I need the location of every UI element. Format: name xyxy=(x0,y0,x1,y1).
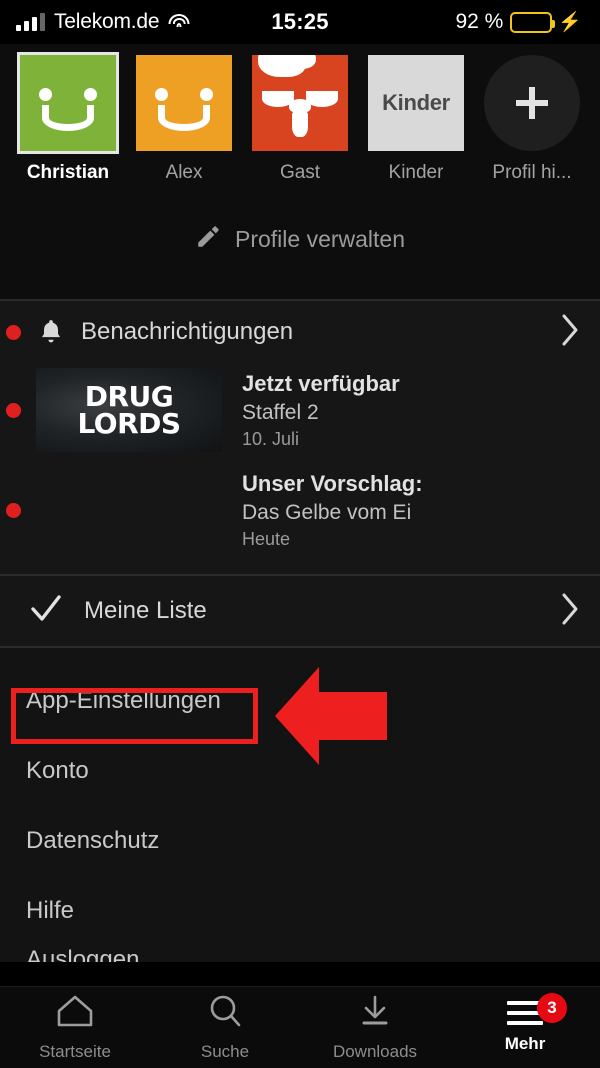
menu-item-konto[interactable]: Konto xyxy=(0,736,600,806)
tab-suche[interactable]: Suche xyxy=(150,987,300,1068)
pencil-icon xyxy=(195,224,221,255)
profile-name-label: Profil hi... xyxy=(492,162,572,183)
battery-percent-label: 92 % xyxy=(455,10,504,33)
tab-downloads[interactable]: Downloads xyxy=(300,987,450,1068)
thumbnail-title-line1: DRUG xyxy=(84,379,174,413)
home-icon xyxy=(56,994,94,1033)
search-icon xyxy=(207,994,243,1033)
profile-name-label: Alex xyxy=(165,162,203,183)
tab-label: Startseite xyxy=(39,1041,111,1061)
profile-item-kinder[interactable]: Kinder Kinder xyxy=(358,55,474,184)
unread-dot xyxy=(6,402,21,418)
notifications-header[interactable]: Benachrichtigungen xyxy=(0,301,600,363)
profiles-section: Christian Alex Gast Kinder Kinder Profil… xyxy=(0,44,600,299)
profile-name-label: Kinder xyxy=(388,162,444,183)
tab-startseite[interactable]: Startseite xyxy=(0,987,150,1068)
thumbnail-title-line2: LORDS xyxy=(77,407,181,440)
unread-dot xyxy=(6,503,21,518)
menu-item-hilfe[interactable]: Hilfe xyxy=(0,876,600,946)
tab-label: Suche xyxy=(200,1041,250,1061)
manage-profiles-button[interactable]: Profile verwalten xyxy=(0,184,600,299)
profile-list: Christian Alex Gast Kinder Kinder Profil… xyxy=(0,52,600,184)
avatar[interactable] xyxy=(136,55,232,151)
profile-item-gast[interactable]: Gast xyxy=(242,55,358,184)
profile-name-label: Gast xyxy=(279,162,321,183)
mylist-section: Meine Liste xyxy=(0,576,600,646)
profile-item-christian[interactable]: Christian xyxy=(10,52,126,184)
mylist-row[interactable]: Meine Liste xyxy=(0,576,600,646)
profile-name-label: Christian xyxy=(26,162,110,183)
kinder-avatar-label: Kinder xyxy=(368,55,464,151)
menu-item-datenschutz[interactable]: Datenschutz xyxy=(0,806,600,876)
notification-item[interactable]: DRUG LORDS Jetzt verfügbar Staffel 2 10.… xyxy=(0,363,600,457)
unread-dot xyxy=(6,324,21,340)
tab-label: Mehr xyxy=(504,1034,546,1053)
notification-text: Unser Vorschlag: Das Gelbe vom Ei Heute xyxy=(242,471,423,550)
tab-label: Downloads xyxy=(332,1041,418,1061)
notification-date: 10. Juli xyxy=(242,428,300,449)
menu-item-app-einstellungen[interactable]: App-Einstellungen xyxy=(0,666,600,736)
status-bar: Telekom.de 15:25 92 % ⚡ xyxy=(0,0,600,44)
settings-menu: App-Einstellungen Konto Datenschutz Hilf… xyxy=(0,648,600,962)
avatar[interactable] xyxy=(17,52,119,154)
notification-text: Jetzt verfügbar Staffel 2 10. Juli xyxy=(242,371,400,450)
notification-badge: 3 xyxy=(537,993,567,1023)
status-right: 92 % ⚡ xyxy=(455,10,582,34)
notification-subtitle: Das Gelbe vom Ei xyxy=(242,501,412,524)
download-icon xyxy=(358,994,392,1033)
notifications-label: Benachrichtigungen xyxy=(81,318,294,345)
bell-icon xyxy=(36,318,66,346)
mylist-label: Meine Liste xyxy=(84,597,207,624)
bottom-tab-bar: Startseite Suche Downloads 3 Mehr xyxy=(0,986,600,1068)
notification-subtitle: Staffel 2 xyxy=(242,400,319,424)
avatar[interactable]: Kinder xyxy=(368,55,464,151)
notification-item[interactable]: Unser Vorschlag: Das Gelbe vom Ei Heute xyxy=(0,457,600,566)
tab-mehr[interactable]: 3 Mehr xyxy=(450,987,600,1068)
notification-date: Heute xyxy=(242,529,291,549)
notification-title: Jetzt verfügbar xyxy=(242,370,400,396)
mustache-face-icon xyxy=(252,55,348,151)
smiley-face-icon xyxy=(136,55,232,151)
profile-item-alex[interactable]: Alex xyxy=(126,55,242,184)
notifications-section: Benachrichtigungen DRUG LORDS Jetzt verf… xyxy=(0,301,600,574)
notification-title: Unser Vorschlag: xyxy=(242,471,423,496)
profile-item-add[interactable]: Profil hi... xyxy=(474,55,590,184)
manage-profiles-label: Profile verwalten xyxy=(234,226,406,252)
battery-icon xyxy=(510,11,556,33)
lightning-bolt-icon: ⚡ xyxy=(558,11,582,33)
notification-thumbnail: DRUG LORDS xyxy=(36,368,222,452)
checkmark-icon xyxy=(30,594,62,629)
chevron-right-icon xyxy=(560,313,580,352)
avatar[interactable] xyxy=(252,55,348,151)
plus-icon[interactable] xyxy=(484,55,580,151)
menu-item-clipped[interactable]: Ausloggen xyxy=(0,946,600,962)
chevron-right-icon xyxy=(560,592,580,631)
smiley-face-icon xyxy=(20,55,116,151)
